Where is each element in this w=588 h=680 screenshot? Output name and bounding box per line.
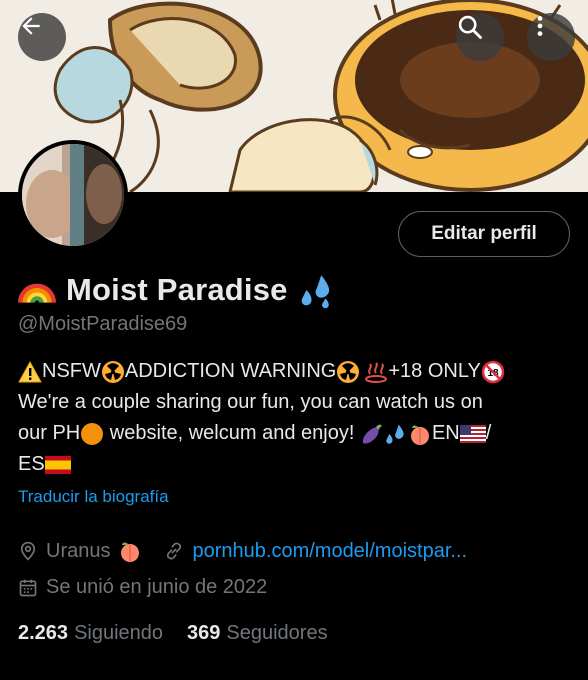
- user-handle: @MoistParadise69: [18, 313, 188, 335]
- radioactive-emoji-icon: [101, 360, 125, 384]
- followers-link[interactable]: 369 Seguidores: [187, 622, 328, 645]
- bio-line-3: our PH website, welcum and enjoy! EN /: [18, 418, 570, 449]
- arrow-left-icon: [22, 17, 40, 35]
- display-name: Moist Paradise: [66, 272, 288, 307]
- link-icon: [167, 542, 182, 560]
- bio-text: ADDICTION WARNING: [124, 360, 337, 382]
- location-item: Uranus: [18, 539, 142, 563]
- more-vertical-icon: [537, 16, 543, 36]
- website-item: pornhub.com/model/moistpar...: [164, 540, 467, 563]
- us-flag-emoji-icon: [459, 424, 486, 443]
- bio-text: ES: [18, 453, 45, 475]
- bio-line-4: ES: [18, 449, 570, 480]
- bio-text: +18 ONLY: [388, 360, 481, 382]
- profile-bio: NSFW ADDICTION WARNING +18 ONLY 18 We're…: [18, 356, 570, 480]
- avatar[interactable]: [18, 140, 128, 250]
- eggplant-emoji-icon: [360, 422, 384, 446]
- peach-emoji-icon: [408, 422, 432, 446]
- no-under-18-emoji-icon: 18: [481, 360, 505, 384]
- bio-text: /: [485, 422, 492, 444]
- location-pin-icon: [20, 541, 36, 561]
- search-icon: [458, 15, 482, 39]
- edit-profile-button[interactable]: Editar perfil: [398, 211, 570, 257]
- following-link[interactable]: 2.263 Siguiendo: [18, 622, 163, 645]
- bio-line-2: We're a couple sharing our fun, you can …: [18, 391, 483, 413]
- bio-text: website, welcum and enjoy!: [104, 422, 360, 444]
- joined-date-text: Se unió en junio de 2022: [46, 576, 268, 598]
- bio-text: our PH: [18, 422, 81, 444]
- sweat-droplets-emoji-icon: [384, 422, 408, 446]
- follow-stats: 2.263 Siguiendo 369 Seguidores: [18, 622, 328, 645]
- bio-text: NSFW: [42, 360, 101, 382]
- location-text: Uranus: [46, 539, 111, 562]
- hot-springs-emoji-icon: [364, 360, 388, 384]
- spain-flag-emoji-icon: [44, 455, 71, 474]
- calendar-icon: [19, 579, 37, 596]
- following-label: Siguiendo: [74, 622, 164, 644]
- orange-circle-emoji-icon: [80, 422, 104, 446]
- display-name-row: Moist Paradise: [18, 268, 336, 312]
- followers-count: 369: [187, 622, 221, 644]
- warning-emoji-icon: [18, 360, 42, 383]
- bio-line-1: NSFW ADDICTION WARNING +18 ONLY 18: [18, 356, 570, 387]
- bio-text: EN: [431, 422, 460, 444]
- website-link[interactable]: pornhub.com/model/moistpar...: [192, 540, 467, 563]
- avatar-photo: [22, 144, 124, 246]
- radioactive-emoji-icon: [336, 360, 360, 384]
- following-count: 2.263: [18, 622, 69, 644]
- search-button[interactable]: [456, 13, 504, 61]
- back-button[interactable]: [18, 13, 66, 61]
- profile-meta-row: Uranus pornhub.com/model/moistpar...: [18, 539, 467, 563]
- joined-date-item: Se unió en junio de 2022: [18, 576, 267, 599]
- rainbow-emoji-icon: [18, 283, 56, 304]
- peach-emoji-icon: [118, 539, 142, 563]
- more-options-button[interactable]: [527, 13, 575, 61]
- translate-bio-link[interactable]: Traducir la biografía: [18, 487, 169, 507]
- sweat-droplets-emoji-icon: [301, 275, 329, 309]
- followers-label: Seguidores: [226, 622, 328, 644]
